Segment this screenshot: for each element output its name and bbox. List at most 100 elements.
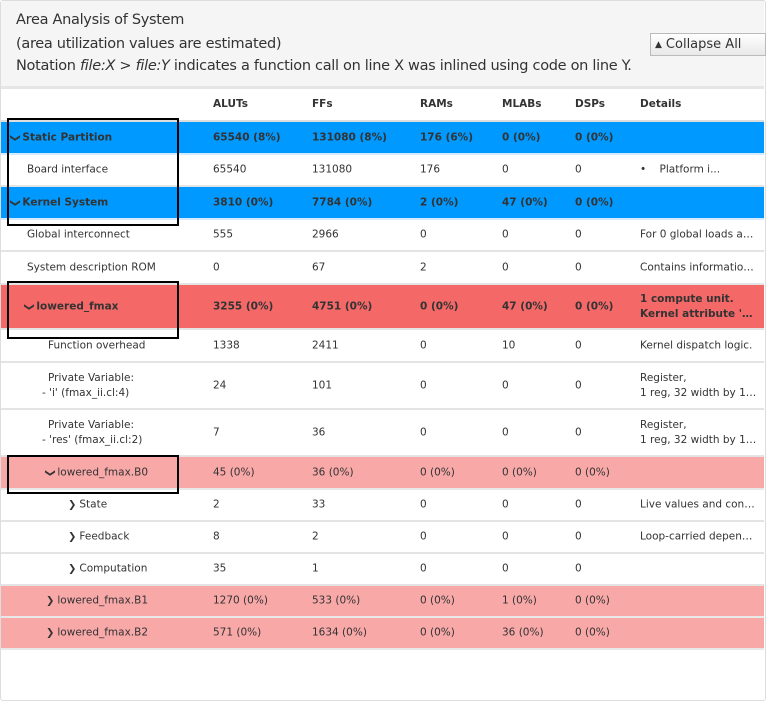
cell-dsps: 0 (0%)	[575, 626, 610, 639]
cell-dsps: 0	[575, 498, 582, 511]
cell-rams: 0	[420, 498, 427, 511]
highlight-box	[7, 281, 179, 339]
chevron-right-icon[interactable]: ❯	[46, 626, 54, 641]
details-line: 1 compute unit.	[640, 292, 734, 305]
table-row[interactable]: ❯ lowered_fmax.B2 571 (0%) 1634 (0%) 0 (0%) 3…	[1, 618, 764, 650]
cell-rams: 0	[420, 426, 427, 438]
cell-mlabs: 0	[502, 498, 509, 511]
cell-aluts: 65540 (8%)	[213, 131, 281, 143]
cell-mlabs: 47 (0%)	[502, 300, 548, 312]
chevron-right-icon[interactable]: ❯	[46, 594, 54, 609]
cell-aluts: 3810 (0%)	[213, 196, 274, 208]
column-header-rams: RAMs	[420, 98, 453, 110]
cell-details: • Platform i...	[640, 163, 758, 178]
row-label: lowered_fmax.B2	[57, 626, 148, 641]
cell-mlabs: 0	[502, 228, 509, 241]
details-line: • Platform i...	[640, 163, 721, 176]
row-label-line: - 'res' (fmax_ii.cl:2)	[42, 433, 143, 446]
chevron-right-icon[interactable]: ❯	[68, 562, 76, 577]
cell-rams: 2	[420, 261, 427, 273]
chevron-right-icon[interactable]: ❯	[68, 498, 76, 513]
details-line: 1 reg, 32 width by 1 d...	[640, 386, 758, 399]
row-name: Private Variable: - 'res' (fmax_ii.cl:2)	[42, 418, 142, 448]
cell-rams: 0	[420, 339, 427, 351]
cell-aluts: 1338	[213, 339, 240, 351]
row-label: Global interconnect	[27, 228, 130, 243]
cell-details: Contains information ...	[640, 260, 758, 275]
table-row[interactable]: ❯ Computation 35 1 0 0 0	[1, 554, 764, 586]
table-row[interactable]: ❯ State 2 33 0 0 0 Live values and contr...	[1, 490, 764, 522]
cell-aluts: 571 (0%)	[213, 626, 262, 639]
cell-ffs: 1634 (0%)	[312, 626, 367, 639]
cell-aluts: 555	[213, 228, 234, 241]
cell-dsps: 0	[575, 562, 582, 575]
cell-rams: 0 (0%)	[420, 594, 455, 607]
cell-mlabs: 0	[502, 562, 509, 575]
row-name: ❯ lowered_fmax.B1	[46, 594, 148, 609]
row-label-line: State	[79, 498, 108, 511]
details-line: Register,	[640, 418, 687, 431]
cell-rams: 0	[420, 228, 427, 241]
cell-aluts: 8	[213, 530, 220, 543]
cell-ffs: 33	[312, 498, 326, 511]
row-label: Private Variable: - 'i' (fmax_ii.cl:4)	[42, 371, 134, 401]
report-subtitle: (area utilization values are estimated)	[16, 36, 282, 52]
row-label-line: Computation	[79, 562, 148, 575]
details-line: Contains information ...	[640, 261, 758, 273]
cell-dsps: 0	[575, 379, 582, 391]
row-name: Global interconnect	[27, 228, 130, 243]
cell-mlabs: 0 (0%)	[502, 131, 541, 143]
cell-aluts: 0	[213, 261, 220, 273]
cell-ffs: 101	[312, 379, 333, 391]
cell-mlabs: 10	[502, 339, 516, 351]
cell-dsps: 0	[575, 339, 582, 351]
cell-details: Register, 1 reg, 32 width by 1 d...	[640, 418, 758, 448]
cell-details: Kernel dispatch logic.	[640, 338, 758, 353]
cell-rams: 0 (0%)	[420, 466, 455, 478]
row-label: Function overhead	[48, 338, 145, 353]
cell-dsps: 0	[575, 261, 582, 273]
chevron-right-icon[interactable]: ❯	[68, 530, 76, 545]
cell-ffs: 1	[312, 562, 319, 575]
row-label: System description ROM	[27, 260, 156, 275]
cell-ffs: 36 (0%)	[312, 466, 354, 478]
row-name: Private Variable: - 'i' (fmax_ii.cl:4)	[42, 371, 134, 401]
cell-rams: 0	[420, 530, 427, 543]
cell-details: 1 compute unit. Kernel attribute 'use...	[640, 292, 758, 322]
cell-dsps: 0	[575, 228, 582, 241]
highlight-box	[7, 118, 179, 226]
notation-text: Notation file:X > file:Y indicates a fun…	[16, 58, 632, 74]
row-label: Feedback	[79, 530, 129, 545]
row-label-line: Private Variable:	[48, 418, 134, 431]
row-label: Private Variable: - 'res' (fmax_ii.cl:2)	[42, 418, 142, 448]
report-header: Area Analysis of System (area utilizatio…	[1, 1, 766, 89]
cell-ffs: 2966	[312, 228, 339, 241]
table-row: Private Variable: - 'res' (fmax_ii.cl:2) 7…	[1, 410, 764, 457]
row-label-line: Private Variable:	[48, 371, 134, 384]
cell-dsps: 0 (0%)	[575, 131, 614, 143]
table-row[interactable]: ❯ Feedback 8 2 0 0 0 Loop-carried depend...	[1, 522, 764, 554]
cell-dsps: 0	[575, 163, 582, 176]
cell-rams: 0	[420, 379, 427, 391]
details-line: Kernel dispatch logic.	[640, 339, 753, 351]
collapse-all-button[interactable]: ▲ Collapse All	[650, 33, 766, 56]
row-label-line: Function overhead	[48, 339, 146, 351]
cell-details: For 0 global loads and...	[640, 228, 758, 243]
notation-post: indicates a function call on line X was …	[169, 58, 632, 74]
cell-mlabs: 0	[502, 261, 509, 273]
cell-aluts: 3255 (0%)	[213, 300, 274, 312]
cell-ffs: 2411	[312, 339, 339, 351]
table-row[interactable]: ❯ lowered_fmax.B1 1270 (0%) 533 (0%) 0 (0%) 1…	[1, 586, 764, 618]
row-label: State	[79, 498, 107, 513]
row-name: ❯ Feedback	[68, 530, 129, 545]
cell-mlabs: 1 (0%)	[502, 594, 537, 607]
cell-mlabs: 36 (0%)	[502, 626, 544, 639]
chevron-up-icon: ▲	[655, 39, 662, 50]
row-label-line: System description ROM	[27, 261, 156, 273]
cell-rams: 176 (6%)	[420, 131, 473, 143]
column-header-ffs: FFs	[312, 98, 333, 110]
row-name: ❯ lowered_fmax.B2	[46, 626, 148, 641]
cell-ffs: 533 (0%)	[312, 594, 361, 607]
cell-ffs: 36	[312, 426, 326, 438]
notation-pre: Notation	[16, 58, 80, 74]
